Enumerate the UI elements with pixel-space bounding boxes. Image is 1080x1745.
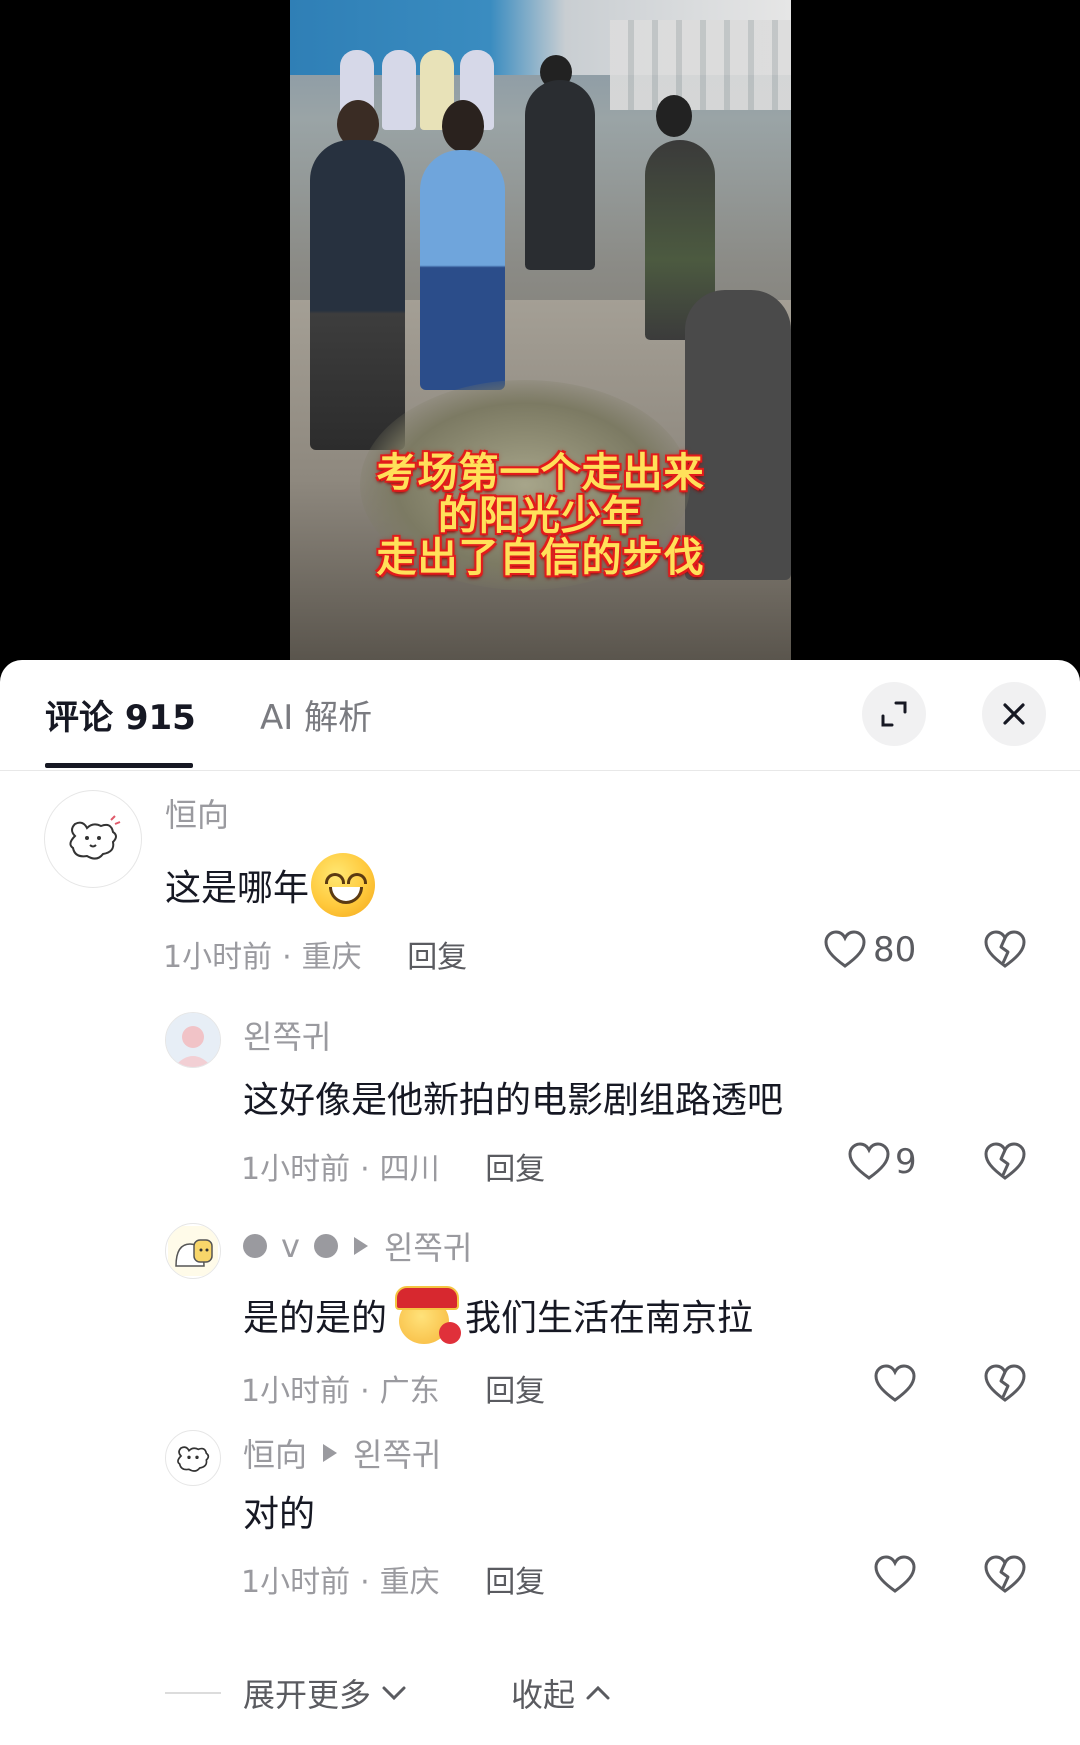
comments-sheet: 评论 915 AI 解析 恒向 这是哪年 1小时前 · 重庆 回复 80 왼쪽귀… <box>0 660 1080 1745</box>
reply-time: 1小时前 <box>241 1374 351 1409</box>
tab-comments[interactable]: 评论 915 <box>45 690 196 739</box>
video-caption-line: 走出了自信的步伐 <box>376 535 705 581</box>
like-button[interactable]: 80 <box>823 930 916 970</box>
comment-meta: 1小时前 · 重庆 回复 <box>163 940 468 975</box>
comment-location: 重庆 <box>301 940 362 975</box>
grinning-face-emoji-icon <box>311 853 376 917</box>
collapse-button[interactable]: 收起 <box>511 1670 611 1716</box>
like-count: 9 <box>895 1142 917 1182</box>
active-tab-indicator <box>45 763 193 768</box>
comments-tab-bar: 评论 915 AI 解析 <box>0 660 1080 771</box>
reply-username[interactable]: 恒向 왼쪽귀 <box>243 1430 441 1476</box>
chevron-down-icon <box>382 1686 406 1701</box>
reply-meta: 1小时前 · 重庆 回复 <box>241 1565 546 1600</box>
expand-more-button[interactable]: 展开更多 <box>243 1670 407 1716</box>
video-person-head <box>442 100 484 152</box>
reply-text-part: 是的是的 <box>243 1298 388 1339</box>
avatar[interactable] <box>44 790 142 888</box>
dog-doodle-icon <box>69 815 121 860</box>
avatar[interactable] <box>165 1223 221 1279</box>
reply-meta: 1小时前 · 四川 回复 <box>241 1152 546 1187</box>
video-background-person <box>382 50 416 130</box>
video-caption-line: 考场第一个走出来 <box>376 450 705 496</box>
reply-location: 广东 <box>379 1374 440 1409</box>
comment-username[interactable]: 恒向 <box>165 790 229 836</box>
avatar[interactable] <box>165 1012 221 1068</box>
reply-text: 对的 <box>243 1494 316 1535</box>
fortune-god-emoji-icon <box>389 1284 463 1346</box>
broken-heart-icon <box>984 1142 1026 1180</box>
reply-text-part: 我们生活在南京拉 <box>465 1298 754 1339</box>
reply-to-arrow-icon <box>353 1237 368 1255</box>
dislike-button[interactable] <box>983 930 1027 970</box>
reply-meta: 1小时前 · 广东 回复 <box>241 1374 546 1409</box>
reply-text: 这好像是他新拍的电影剧组路透吧 <box>243 1080 784 1121</box>
video-person <box>525 80 595 270</box>
close-button[interactable] <box>982 682 1046 746</box>
dog-doodle-icon <box>177 1446 210 1472</box>
expand-button[interactable] <box>862 682 926 746</box>
dislike-button[interactable] <box>983 1142 1027 1182</box>
reply-time: 1小时前 <box>241 1565 351 1600</box>
chevron-up-icon <box>586 1685 610 1700</box>
reply-time: 1小时前 <box>241 1152 351 1187</box>
reply-button[interactable]: 回复 <box>407 940 467 975</box>
close-icon <box>1003 703 1025 725</box>
reply-button[interactable]: 回复 <box>485 1565 545 1600</box>
reply-button[interactable]: 回复 <box>485 1152 545 1187</box>
reply-location: 重庆 <box>379 1565 440 1600</box>
video-person <box>310 140 405 450</box>
reply-to-arrow-icon <box>323 1444 338 1462</box>
reply-username[interactable]: 왼쪽귀 <box>243 1012 331 1058</box>
divider-line <box>165 1692 221 1694</box>
reply-text: 是的是的 我们生活在南京拉 <box>243 1280 753 1350</box>
video-background-railing <box>610 20 791 110</box>
like-count: 80 <box>873 930 917 970</box>
tab-ai-analysis[interactable]: AI 解析 <box>260 690 372 739</box>
video-person-student <box>420 150 505 390</box>
heart-icon <box>824 930 866 968</box>
collapse-label: 收起 <box>511 1676 576 1714</box>
cartoon-ghost-avatar-icon <box>168 1226 218 1276</box>
reply-to-username[interactable]: 왼쪽귀 <box>353 1430 441 1476</box>
reply-location: 四川 <box>379 1152 440 1187</box>
dislike-button[interactable] <box>983 1555 1027 1595</box>
video-frame[interactable]: 考场第一个走出来 的阳光少年 走出了自信的步伐 <box>290 0 791 660</box>
reply-username-text: 恒向 <box>243 1436 308 1474</box>
reply-username-part: v <box>281 1227 300 1265</box>
video-person-head <box>656 95 692 137</box>
broken-heart-icon <box>984 930 1026 968</box>
heart-icon <box>874 1364 916 1402</box>
expand-more-label: 展开更多 <box>243 1676 372 1714</box>
expand-icon <box>881 701 907 727</box>
reply-button[interactable]: 回复 <box>485 1374 545 1409</box>
comment-text: 这是哪年 <box>165 850 376 920</box>
avatar[interactable] <box>165 1430 221 1486</box>
heart-icon <box>848 1142 890 1180</box>
like-button[interactable]: 9 <box>847 1142 917 1182</box>
comment-text-content: 这是哪年 <box>165 868 310 909</box>
replies-footer: 展开更多 收起 <box>165 1670 611 1716</box>
reply-to-username[interactable]: 왼쪽귀 <box>384 1223 472 1269</box>
hidden-name-dot <box>313 1234 338 1258</box>
like-button[interactable] <box>873 1555 917 1595</box>
comment-time: 1小时前 <box>163 940 273 975</box>
broken-heart-icon <box>984 1364 1026 1402</box>
dislike-button[interactable] <box>983 1364 1027 1404</box>
hidden-name-dot <box>243 1234 267 1258</box>
like-button[interactable] <box>873 1364 917 1404</box>
broken-heart-icon <box>984 1555 1026 1593</box>
video-player[interactable]: 考场第一个走出来 的阳光少年 走出了自信的步伐 <box>0 0 1080 680</box>
girl-avatar-icon <box>166 1013 220 1067</box>
video-caption-line: 的阳光少年 <box>438 493 643 539</box>
heart-icon <box>874 1555 916 1593</box>
reply-username[interactable]: v 왼쪽귀 <box>243 1223 472 1269</box>
